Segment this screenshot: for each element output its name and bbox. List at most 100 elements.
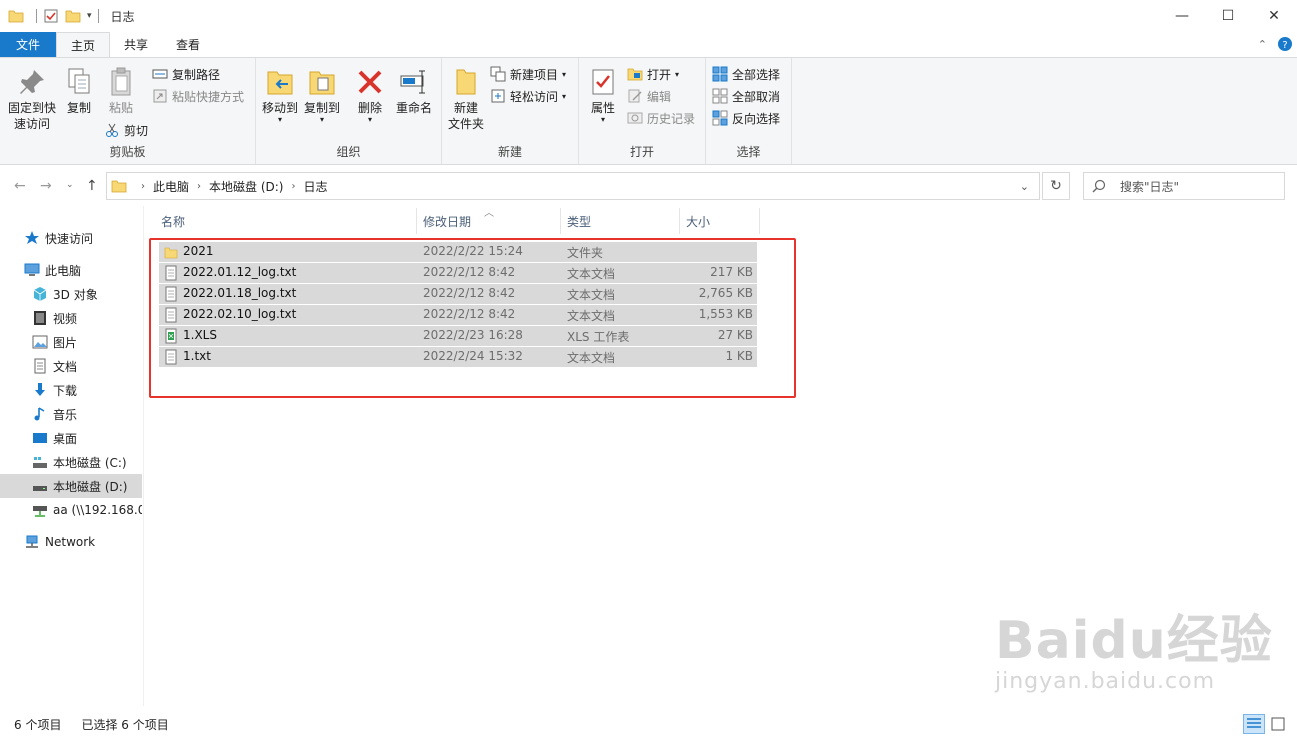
pin-quick-access-button[interactable]: 固定到快 速访问: [6, 66, 58, 132]
invert-selection-label: 反向选择: [732, 111, 781, 126]
copy-path-label: 复制路径: [172, 67, 221, 82]
copy-button[interactable]: 复制: [60, 66, 98, 116]
sidebar-item-pictures[interactable]: 图片: [0, 330, 142, 354]
customize-toolbar-icon[interactable]: ▾: [87, 11, 92, 21]
refresh-button[interactable]: ↻: [1042, 172, 1070, 200]
history-icon: [627, 112, 643, 124]
column-header-name[interactable]: 名称: [155, 208, 417, 234]
move-to-button[interactable]: 移动到 ▾: [260, 66, 300, 124]
refresh-icon: ↻: [1050, 178, 1062, 194]
sidebar-item-drive-d[interactable]: 本地磁盘 (D:): [0, 474, 142, 498]
breadcrumb-chevron-icon[interactable]: ›: [197, 181, 201, 192]
paste-icon: [111, 67, 131, 96]
sidebar-item-music[interactable]: 音乐: [0, 402, 142, 426]
search-icon: [1092, 179, 1106, 193]
picture-icon: [32, 335, 48, 349]
large-icons-view-button[interactable]: [1267, 714, 1289, 734]
move-to-label: 移动到: [261, 101, 298, 115]
sidebar-item-desktop[interactable]: 桌面: [0, 426, 142, 450]
sidebar-item-label: 桌面: [53, 431, 78, 446]
column-header-size[interactable]: 大小: [680, 208, 760, 234]
rename-label: 重命名: [395, 101, 432, 115]
rename-button[interactable]: 重命名: [392, 66, 436, 116]
sidebar-item-downloads[interactable]: 下载: [0, 378, 142, 402]
address-bar[interactable]: › 此电脑 › 本地磁盘 (D:) › 日志 ⌄: [106, 172, 1040, 200]
search-input[interactable]: 搜索"日志": [1083, 172, 1285, 200]
help-icon[interactable]: ?: [1277, 36, 1293, 52]
breadcrumb-chevron-icon[interactable]: ›: [291, 181, 295, 192]
copy-to-button[interactable]: 复制到 ▾: [302, 66, 342, 124]
paste-shortcut-button[interactable]: 粘贴快捷方式: [152, 86, 244, 106]
select-all-label: 全部选择: [732, 67, 781, 82]
pin-icon: [20, 70, 44, 94]
tab-file[interactable]: 文件: [0, 32, 56, 57]
easy-access-icon: [491, 89, 505, 103]
annotation-highlight-box: [149, 238, 796, 398]
new-item-button[interactable]: 新建项目 ▾: [490, 64, 566, 84]
sidebar-item-network[interactable]: Network: [0, 530, 142, 554]
column-header-type[interactable]: 类型: [561, 208, 680, 234]
group-label-new: 新建: [497, 145, 522, 159]
tab-view[interactable]: 查看: [162, 32, 214, 57]
edit-button[interactable]: 编辑: [627, 86, 671, 106]
close-button[interactable]: ✕: [1251, 0, 1297, 32]
copy-path-button[interactable]: 复制路径: [152, 64, 220, 84]
edit-icon: [628, 89, 642, 103]
ribbon-tabs: 文件 主页 共享 查看 ⌃ ?: [0, 32, 1297, 57]
history-button[interactable]: 历史记录: [627, 108, 695, 128]
properties-button[interactable]: 属性 ▾: [585, 66, 621, 124]
open-button[interactable]: 打开 ▾: [627, 64, 679, 84]
back-arrow-icon[interactable]: ←: [14, 178, 26, 194]
new-group: 新建 文件夹 新建项目 ▾ 轻松访问 ▾ 新建: [442, 58, 579, 164]
delete-button[interactable]: 删除 ▾: [352, 66, 388, 124]
minimize-button[interactable]: —: [1159, 0, 1205, 32]
new-folder-button[interactable]: 新建 文件夹: [446, 66, 486, 132]
collapse-ribbon-icon[interactable]: ⌃: [1258, 38, 1267, 51]
details-view-button[interactable]: [1243, 714, 1265, 734]
rename-icon: [400, 70, 425, 94]
details-view-icon: [1247, 718, 1261, 728]
video-icon: [34, 311, 46, 325]
new-folder-icon[interactable]: [65, 8, 81, 24]
history-label: 历史记录: [647, 111, 696, 126]
breadcrumb-chevron-icon[interactable]: ›: [141, 181, 145, 192]
recent-locations-icon[interactable]: ⌄: [66, 180, 74, 190]
maximize-button[interactable]: ☐: [1205, 0, 1251, 32]
tab-home[interactable]: 主页: [56, 32, 111, 57]
network-drive-icon: [33, 506, 47, 517]
easy-access-button[interactable]: 轻松访问 ▾: [490, 86, 566, 106]
sidebar-item-3d-objects[interactable]: 3D 对象: [0, 282, 142, 306]
sidebar-item-drive-c[interactable]: 本地磁盘 (C:): [0, 450, 142, 474]
new-item-label: 新建项目: [510, 67, 559, 82]
properties-icon[interactable]: [43, 8, 59, 24]
breadcrumb-log[interactable]: 日志: [303, 178, 327, 195]
invert-selection-icon: [712, 110, 728, 126]
sidebar-item-label: 图片: [53, 335, 78, 350]
tab-share[interactable]: 共享: [110, 32, 162, 57]
select-all-button[interactable]: 全部选择: [712, 64, 780, 84]
select-none-button[interactable]: 全部取消: [712, 86, 780, 106]
select-all-icon: [712, 66, 728, 82]
sidebar-item-label: 视频: [53, 311, 78, 326]
cut-button[interactable]: 剪切: [104, 120, 148, 140]
sidebar-item-network-drive[interactable]: aa (\\192.168.0: [0, 498, 142, 522]
up-arrow-icon[interactable]: ↑: [86, 178, 98, 194]
large-icons-view-icon: [1271, 717, 1285, 731]
open-label: 打开: [647, 67, 672, 82]
breadcrumb-drive-d[interactable]: 本地磁盘 (D:): [209, 178, 283, 195]
delete-icon: [358, 70, 382, 94]
breadcrumb-this-pc[interactable]: 此电脑: [153, 178, 189, 195]
invert-selection-button[interactable]: 反向选择: [712, 108, 780, 128]
address-dropdown-icon[interactable]: ⌄: [1020, 180, 1029, 193]
paste-button[interactable]: 粘贴: [102, 66, 140, 116]
new-item-icon: [490, 66, 506, 82]
sidebar-item-this-pc[interactable]: 此电脑: [0, 258, 142, 282]
sidebar-item-documents[interactable]: 文档: [0, 354, 142, 378]
forward-arrow-icon[interactable]: →: [40, 178, 52, 194]
paste-shortcut-label: 粘贴快捷方式: [172, 89, 245, 104]
group-label-clipboard: 剪贴板: [109, 145, 146, 159]
properties-icon: [592, 69, 614, 95]
sidebar-item-videos[interactable]: 视频: [0, 306, 142, 330]
select-none-label: 全部取消: [732, 89, 781, 104]
sidebar-item-quick-access[interactable]: 快速访问: [0, 226, 142, 250]
